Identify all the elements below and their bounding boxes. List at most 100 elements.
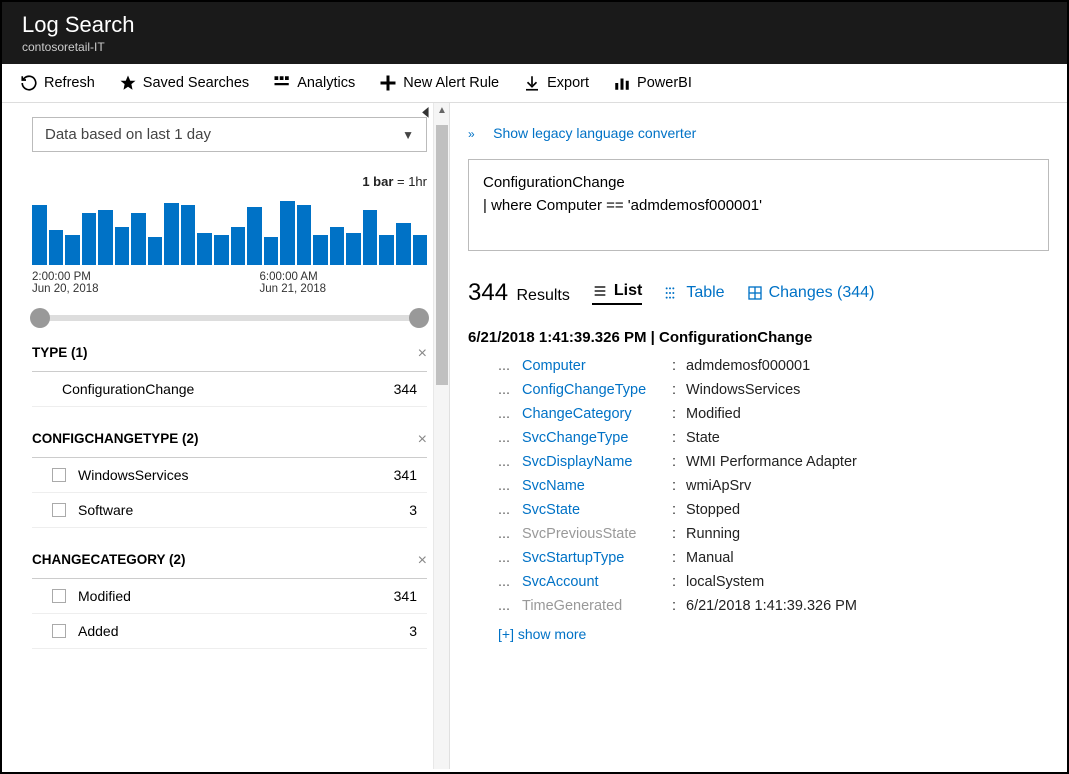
- tab-list[interactable]: List: [592, 282, 642, 305]
- facet-title: CONFIGCHANGETYPE (2): [32, 431, 199, 449]
- timerange-dropdown[interactable]: Data based on last 1 day ▼: [32, 117, 427, 152]
- field-key[interactable]: SvcAccount: [522, 574, 672, 590]
- ellipsis-icon[interactable]: ...: [498, 430, 522, 446]
- histogram-bar[interactable]: [115, 227, 130, 265]
- field-key[interactable]: SvcName: [522, 478, 672, 494]
- facet-header: TYPE (1)×: [32, 345, 427, 372]
- new-alert-button[interactable]: New Alert Rule: [379, 74, 499, 92]
- close-icon[interactable]: ×: [418, 431, 427, 449]
- histogram-bar[interactable]: [379, 235, 394, 265]
- ellipsis-icon[interactable]: ...: [498, 358, 522, 374]
- histogram-bar[interactable]: [313, 235, 328, 265]
- bar-legend-bold: 1 bar: [362, 174, 393, 189]
- histogram-bar[interactable]: [280, 201, 295, 265]
- checkbox[interactable]: [52, 468, 66, 482]
- field-key[interactable]: SvcPreviousState: [522, 526, 672, 542]
- refresh-button[interactable]: Refresh: [20, 74, 95, 92]
- scroll-thumb[interactable]: [436, 125, 448, 385]
- download-icon: [523, 74, 541, 92]
- histogram-bar[interactable]: [396, 223, 411, 265]
- field-key[interactable]: Computer: [522, 358, 672, 374]
- field-key[interactable]: SvcChangeType: [522, 430, 672, 446]
- field-key[interactable]: SvcStartupType: [522, 550, 672, 566]
- ellipsis-icon[interactable]: ...: [498, 382, 522, 398]
- histogram-bar[interactable]: [49, 230, 64, 265]
- slider-handle-end[interactable]: [409, 308, 429, 328]
- ellipsis-icon[interactable]: ...: [498, 478, 522, 494]
- chevron-double-down-icon: »: [468, 127, 475, 141]
- checkbox[interactable]: [52, 589, 66, 603]
- histogram-bar[interactable]: [181, 205, 196, 265]
- ellipsis-icon[interactable]: ...: [498, 502, 522, 518]
- facet-row[interactable]: ConfigurationChange 344: [32, 372, 427, 407]
- time-slider[interactable]: [32, 315, 427, 321]
- histogram-bar[interactable]: [131, 213, 146, 265]
- ellipsis-icon[interactable]: ...: [498, 526, 522, 542]
- field-value: Stopped: [686, 502, 740, 518]
- legacy-converter-link[interactable]: » Show legacy language converter: [468, 125, 1049, 143]
- histogram-bar[interactable]: [264, 237, 279, 265]
- histogram-bar[interactable]: [98, 210, 113, 265]
- query-editor[interactable]: ConfigurationChange | where Computer == …: [468, 159, 1049, 251]
- histogram-bar[interactable]: [148, 237, 163, 265]
- powerbi-button[interactable]: PowerBI: [613, 74, 692, 92]
- histogram-bar[interactable]: [197, 233, 212, 265]
- show-more-link[interactable]: [+] show more: [498, 626, 1049, 642]
- histogram-bar[interactable]: [214, 235, 229, 265]
- field-key[interactable]: SvcState: [522, 502, 672, 518]
- facet-row[interactable]: Modified341: [32, 579, 427, 614]
- scrollbar[interactable]: ▲: [433, 103, 449, 769]
- ellipsis-icon[interactable]: ...: [498, 454, 522, 470]
- field-key[interactable]: SvcDisplayName: [522, 454, 672, 470]
- ellipsis-icon[interactable]: ...: [498, 406, 522, 422]
- slider-handle-start[interactable]: [30, 308, 50, 328]
- colon: :: [672, 502, 686, 518]
- star-icon: [119, 74, 137, 92]
- histogram-bar[interactable]: [330, 227, 345, 265]
- colon: :: [672, 550, 686, 566]
- histogram-bar[interactable]: [65, 235, 80, 265]
- tab-changes[interactable]: Changes (344): [747, 284, 875, 302]
- ellipsis-icon[interactable]: ...: [498, 550, 522, 566]
- histogram-bar[interactable]: [32, 205, 47, 265]
- ellipsis-icon[interactable]: ...: [498, 574, 522, 590]
- histogram-bar[interactable]: [231, 227, 246, 265]
- field-value: Modified: [686, 406, 741, 422]
- tab-table[interactable]: Table: [664, 284, 724, 302]
- colon: :: [672, 382, 686, 398]
- chevron-down-icon: ▼: [402, 128, 414, 142]
- close-icon[interactable]: ×: [418, 552, 427, 570]
- bar-legend: 1 bar = 1hr: [32, 174, 427, 189]
- histogram-bar[interactable]: [297, 205, 312, 265]
- histogram-bar[interactable]: [363, 210, 378, 265]
- close-icon[interactable]: ×: [418, 345, 427, 363]
- checkbox[interactable]: [52, 503, 66, 517]
- facet-row[interactable]: Software3: [32, 493, 427, 528]
- histogram-bar[interactable]: [413, 235, 428, 265]
- histogram-bar[interactable]: [346, 233, 361, 265]
- field-key[interactable]: ChangeCategory: [522, 406, 672, 422]
- collapse-left-icon[interactable]: ◀: [422, 103, 428, 120]
- facet-row[interactable]: Added3: [32, 614, 427, 649]
- scroll-up-icon[interactable]: ▲: [434, 105, 450, 116]
- histogram-bar[interactable]: [247, 207, 262, 265]
- histogram-chart[interactable]: [32, 195, 427, 265]
- chart-axis: 2:00:00 PM Jun 20, 2018 6:00:00 AM Jun 2…: [32, 271, 427, 295]
- field-key[interactable]: ConfigChangeType: [522, 382, 672, 398]
- histogram-bar[interactable]: [82, 213, 97, 265]
- refresh-label: Refresh: [44, 75, 95, 91]
- checkbox[interactable]: [52, 624, 66, 638]
- histogram-bar[interactable]: [164, 203, 179, 265]
- facet-count: 344: [394, 381, 427, 397]
- facet-count: 3: [409, 623, 427, 639]
- field-key[interactable]: TimeGenerated: [522, 598, 672, 614]
- saved-searches-button[interactable]: Saved Searches: [119, 74, 249, 92]
- export-button[interactable]: Export: [523, 74, 589, 92]
- facet-count: 341: [394, 588, 427, 604]
- analytics-button[interactable]: Analytics: [273, 74, 355, 92]
- field-value: State: [686, 430, 720, 446]
- facet-row[interactable]: WindowsServices341: [32, 458, 427, 493]
- record-header: 6/21/2018 1:41:39.326 PM | Configuration…: [468, 329, 1049, 346]
- ellipsis-icon[interactable]: ...: [498, 598, 522, 614]
- facet-label: ConfigurationChange: [62, 381, 194, 397]
